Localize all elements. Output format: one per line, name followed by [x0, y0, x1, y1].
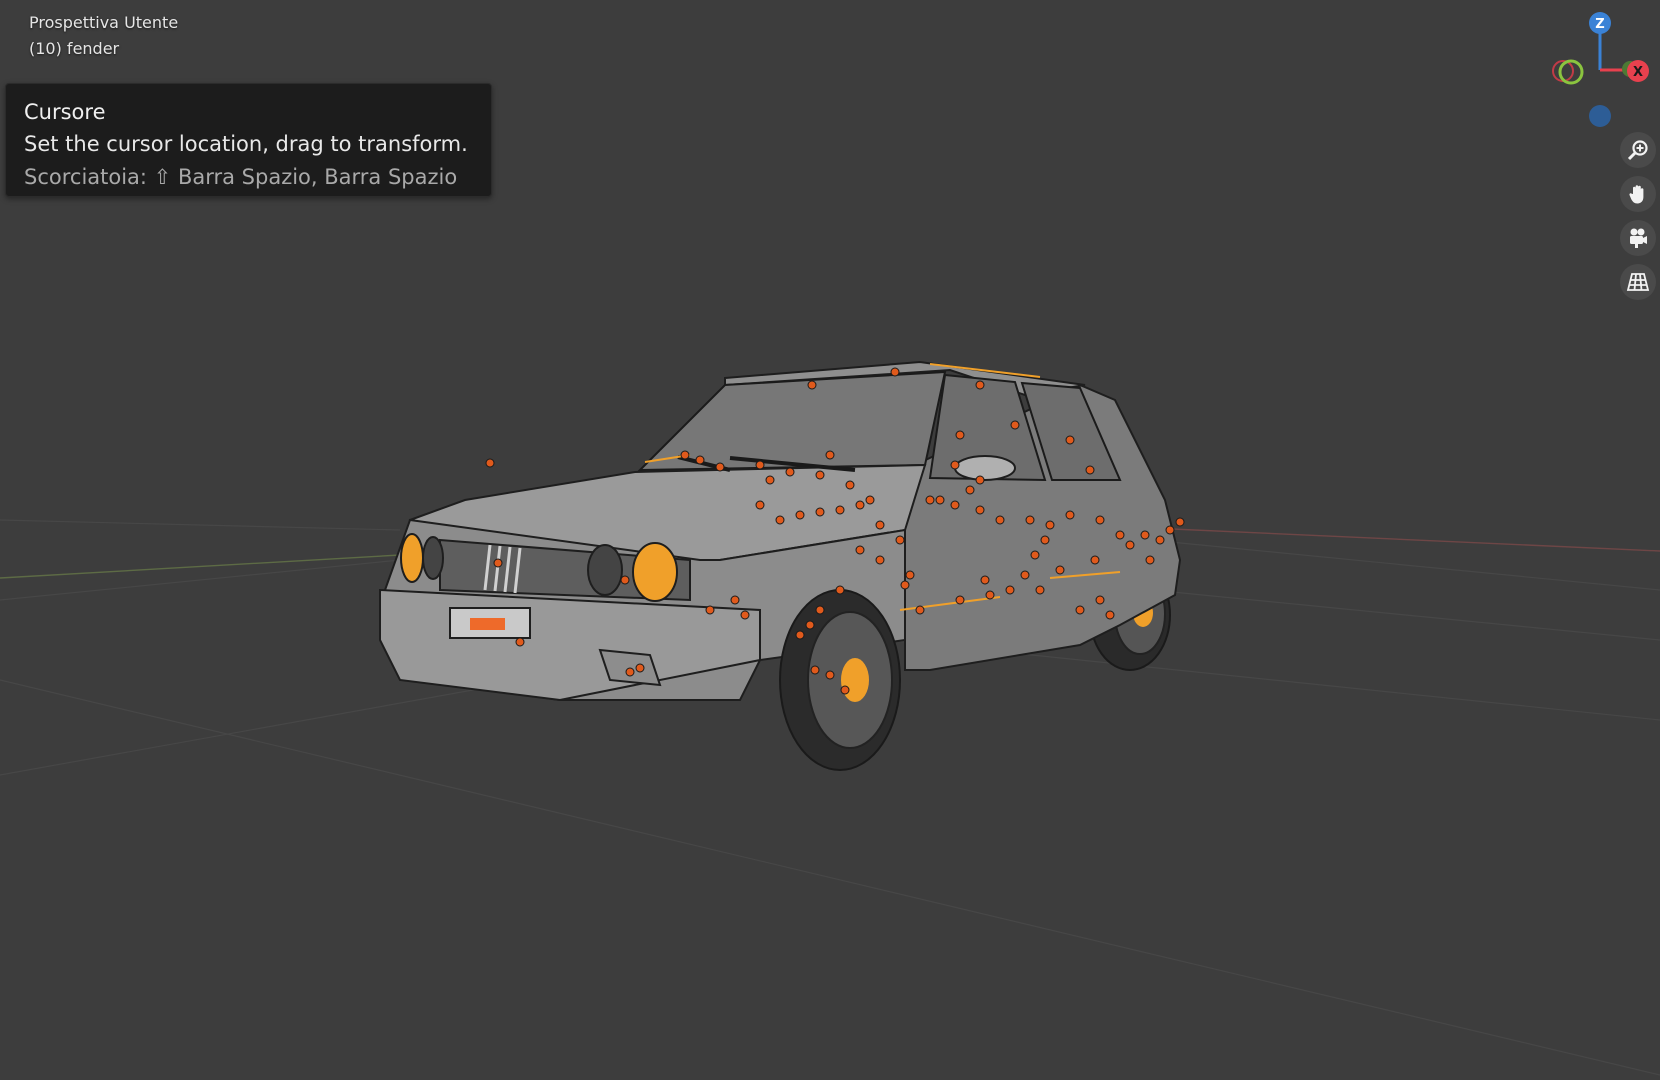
selected-vertex: [835, 585, 845, 595]
selected-vertex: [515, 637, 525, 647]
selected-vertex: [950, 500, 960, 510]
selected-vertex: [855, 500, 865, 510]
selected-vertex: [840, 685, 850, 695]
selected-vertex: [1035, 585, 1045, 595]
selected-vertex: [635, 663, 645, 673]
selected-vertex: [680, 450, 690, 460]
zoom-icon: [1627, 140, 1648, 161]
selected-vertex: [925, 495, 935, 505]
selected-vertex: [805, 620, 815, 630]
selected-vertex: [985, 590, 995, 600]
selected-vertex: [815, 605, 825, 615]
selected-vertex: [1085, 465, 1095, 475]
selected-vertex: [1140, 530, 1150, 540]
selected-vertex: [1095, 515, 1105, 525]
selected-vertex: [620, 575, 630, 585]
ortho-toggle-button[interactable]: [1620, 264, 1656, 300]
selected-vertex: [815, 470, 825, 480]
selected-vertex: [835, 505, 845, 515]
selected-vertex: [775, 515, 785, 525]
active-object-label: (10) fender: [29, 39, 120, 58]
selected-vertex: [950, 460, 960, 470]
selected-vertex: [1025, 515, 1035, 525]
selected-vertex: [765, 475, 775, 485]
selected-vertex: [1165, 525, 1175, 535]
selected-vertex: [1010, 420, 1020, 430]
selected-vertex: [975, 505, 985, 515]
selected-vertex: [815, 507, 825, 517]
viewport-info: Prospettiva Utente (10) fender: [29, 10, 178, 62]
hand-pan-icon: [1629, 185, 1644, 204]
pan-button[interactable]: [1620, 176, 1656, 212]
selected-vertex: [875, 555, 885, 565]
zoom-button[interactable]: [1620, 132, 1656, 168]
navigation-gizmo[interactable]: X Z: [1545, 8, 1655, 133]
selected-vertex: [825, 450, 835, 460]
selected-vertex: [1125, 540, 1135, 550]
selected-vertex: [935, 495, 945, 505]
tooltip-title: Cursore: [24, 100, 106, 124]
selected-vertex: [625, 667, 635, 677]
selected-vertex: [890, 367, 900, 377]
selected-vertex: [705, 605, 715, 615]
selected-vertex: [1090, 555, 1100, 565]
selected-vertex: [1175, 517, 1185, 527]
selected-vertex: [1105, 610, 1115, 620]
selected-vertex: [795, 510, 805, 520]
selected-vertex: [825, 670, 835, 680]
selected-vertex: [955, 595, 965, 605]
selected-vertex: [975, 475, 985, 485]
selected-vertex: [1115, 530, 1125, 540]
selected-vertex: [975, 380, 985, 390]
selected-vertex: [493, 558, 503, 568]
ortho-grid-icon: [1626, 273, 1650, 291]
selected-vertex: [1020, 570, 1030, 580]
selected-vertex: [1145, 555, 1155, 565]
selected-vertex: [785, 467, 795, 477]
selected-vertex: [855, 545, 865, 555]
selected-vertex: [1040, 535, 1050, 545]
camera-view-button[interactable]: [1620, 220, 1656, 256]
selected-vertex: [1030, 550, 1040, 560]
selected-vertex: [755, 460, 765, 470]
selected-vertex: [845, 480, 855, 490]
tooltip-shortcut: Scorciatoia: ⇧ Barra Spazio, Barra Spazi…: [24, 165, 458, 189]
selected-vertex: [1155, 535, 1165, 545]
selected-vertex: [740, 610, 750, 620]
selected-vertex: [810, 665, 820, 675]
selected-vertex: [980, 575, 990, 585]
tooltip-description: Set the cursor location, drag to transfo…: [24, 132, 468, 156]
selected-vertex: [875, 520, 885, 530]
selected-vertex: [900, 580, 910, 590]
camera-icon: [1630, 228, 1647, 248]
selected-vertex: [730, 595, 740, 605]
tool-tooltip: Cursore Set the cursor location, drag to…: [5, 83, 492, 197]
selected-vertex: [955, 430, 965, 440]
z-axis-label: Z: [1595, 17, 1604, 32]
x-axis-label: X: [1633, 65, 1643, 80]
selected-vertex: [1075, 605, 1085, 615]
z-negative-axis-handle[interactable]: [1589, 105, 1611, 127]
selected-vertex: [965, 485, 975, 495]
selected-vertex: [485, 458, 495, 468]
selected-vertex: [865, 495, 875, 505]
navigation-buttons: [1620, 132, 1660, 308]
selected-vertex: [915, 605, 925, 615]
selected-vertex: [1055, 565, 1065, 575]
selected-vertex: [995, 515, 1005, 525]
selected-vertex: [895, 535, 905, 545]
selected-vertex: [1065, 510, 1075, 520]
selected-vertex: [905, 570, 915, 580]
selected-vertex: [795, 630, 805, 640]
selected-vertex: [1065, 435, 1075, 445]
selected-vertex: [1095, 595, 1105, 605]
selected-vertex: [715, 462, 725, 472]
3d-viewport[interactable]: Prospettiva Utente (10) fender Cursore S…: [0, 0, 1660, 1080]
selected-vertex: [755, 500, 765, 510]
selected-vertex: [807, 380, 817, 390]
view-name-label: Prospettiva Utente: [29, 13, 179, 32]
selected-vertex: [1045, 520, 1055, 530]
selected-vertex: [695, 455, 705, 465]
selected-vertex: [1005, 585, 1015, 595]
